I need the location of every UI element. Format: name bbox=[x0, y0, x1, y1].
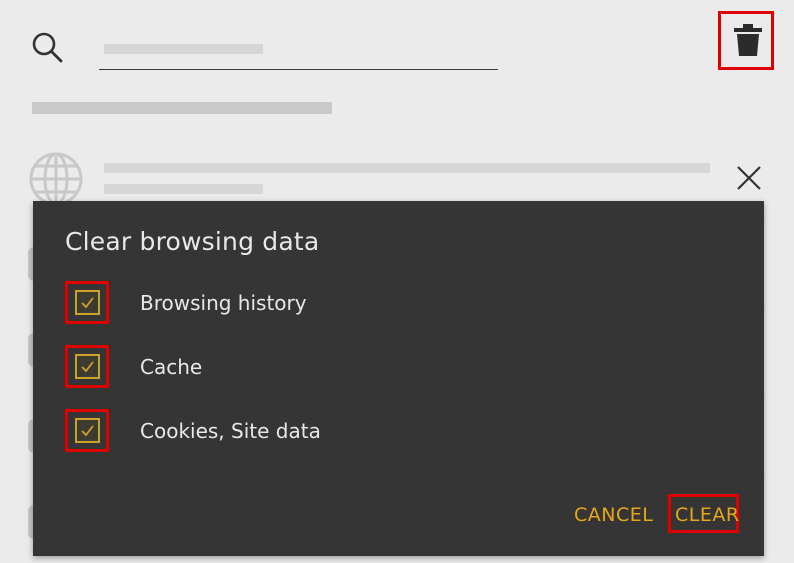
section-header-placeholder bbox=[32, 102, 332, 114]
option-label: Cookies, Site data bbox=[140, 419, 321, 443]
cookies-checkbox[interactable] bbox=[75, 418, 100, 443]
history-item-url-placeholder bbox=[104, 184, 263, 194]
option-cache[interactable]: Cache bbox=[33, 345, 764, 389]
history-item[interactable] bbox=[28, 148, 768, 206]
checkmark-icon bbox=[81, 425, 94, 437]
option-browsing-history[interactable]: Browsing history bbox=[33, 281, 764, 325]
browsing-history-checkbox[interactable] bbox=[75, 290, 100, 315]
close-icon[interactable] bbox=[736, 165, 762, 195]
option-label: Cache bbox=[140, 355, 203, 379]
search-icon[interactable] bbox=[30, 30, 64, 64]
search-underline bbox=[99, 69, 498, 70]
checkmark-icon bbox=[81, 297, 94, 309]
clear-browsing-data-dialog: Clear browsing data Browsing history Cac… bbox=[33, 201, 764, 556]
search-input[interactable] bbox=[99, 36, 498, 69]
option-label: Browsing history bbox=[140, 291, 307, 315]
history-item-title-placeholder bbox=[104, 163, 710, 173]
dialog-title: Clear browsing data bbox=[65, 227, 320, 256]
search-placeholder-bar bbox=[104, 44, 263, 54]
cache-checkbox[interactable] bbox=[75, 354, 100, 379]
cancel-button[interactable]: CANCEL bbox=[574, 504, 653, 526]
option-cookies-site-data[interactable]: Cookies, Site data bbox=[33, 409, 764, 453]
clear-button[interactable]: CLEAR bbox=[675, 504, 740, 526]
trash-icon[interactable] bbox=[733, 23, 763, 57]
checkmark-icon bbox=[81, 361, 94, 373]
